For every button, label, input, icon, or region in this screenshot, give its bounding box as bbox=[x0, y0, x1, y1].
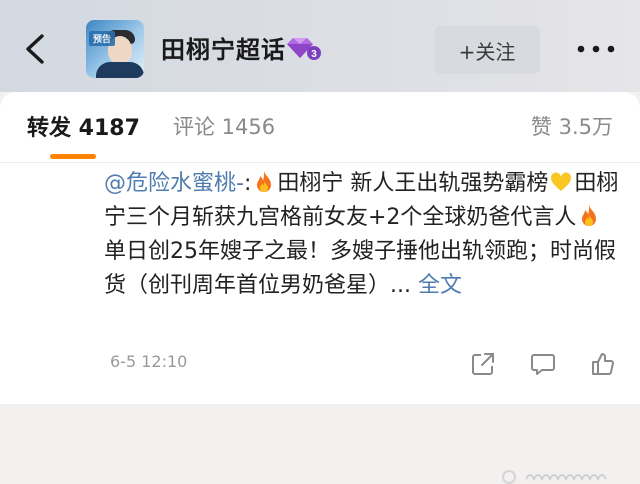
post-segment-3: 单日创25年嫂子之最！多嫂子捶他出轨领跑；时尚假货（创刊周年首位男奶爸星）... bbox=[104, 239, 616, 298]
fire-emoji-icon bbox=[582, 205, 597, 226]
active-tab-indicator bbox=[50, 154, 96, 159]
watermark-scribble bbox=[525, 474, 607, 482]
watermark bbox=[498, 468, 616, 484]
tab-divider bbox=[0, 162, 640, 163]
tab-bar: 转发 4187 评论 1456 赞 3.5万 bbox=[0, 92, 640, 152]
watermark-mark bbox=[502, 470, 516, 484]
like-icon[interactable] bbox=[590, 351, 616, 377]
avatar-body bbox=[96, 62, 144, 78]
full-text-link[interactable]: 全文 bbox=[418, 273, 462, 298]
more-dots-icon[interactable] bbox=[576, 44, 616, 54]
fire-emoji-icon bbox=[257, 171, 272, 192]
comment-icon[interactable] bbox=[530, 351, 556, 377]
share-icon[interactable] bbox=[470, 351, 496, 377]
gem-level-icon[interactable]: 3 bbox=[283, 36, 323, 60]
tab-comment[interactable]: 评论 1456 bbox=[173, 111, 275, 141]
svg-text:3: 3 bbox=[311, 49, 317, 60]
post-segment-1: 田栩宁 新人王出轨强势霸榜 bbox=[277, 171, 549, 196]
post-card: 转发 4187 评论 1456 赞 3.5万 @危险水蜜桃-: 田栩宁 新人王出轨… bbox=[0, 92, 640, 484]
post-actions bbox=[470, 350, 616, 378]
user-mention-link[interactable]: @危险水蜜桃- bbox=[104, 171, 244, 196]
tab-repost[interactable]: 转发 4187 bbox=[27, 110, 140, 142]
post-text: @危险水蜜桃-: 田栩宁 新人王出轨强势霸榜 田栩宁三个月斩获九宫格前女友+2个全球… bbox=[104, 167, 624, 303]
follow-button[interactable]: +关注 bbox=[434, 26, 540, 74]
post-timestamp: 6-5 12:10 bbox=[110, 352, 188, 371]
tab-like[interactable]: 赞 3.5万 bbox=[531, 111, 613, 141]
colon-text: : bbox=[243, 171, 252, 196]
topic-avatar[interactable]: 预告 bbox=[86, 20, 144, 78]
topic-header: 预告 田栩宁超话 3 +关注 bbox=[0, 0, 640, 92]
back-chevron-icon[interactable] bbox=[18, 32, 52, 66]
topic-title[interactable]: 田栩宁超话 bbox=[161, 30, 286, 65]
avatar-badge: 预告 bbox=[89, 31, 116, 46]
yellow-heart-emoji-icon bbox=[551, 172, 572, 191]
